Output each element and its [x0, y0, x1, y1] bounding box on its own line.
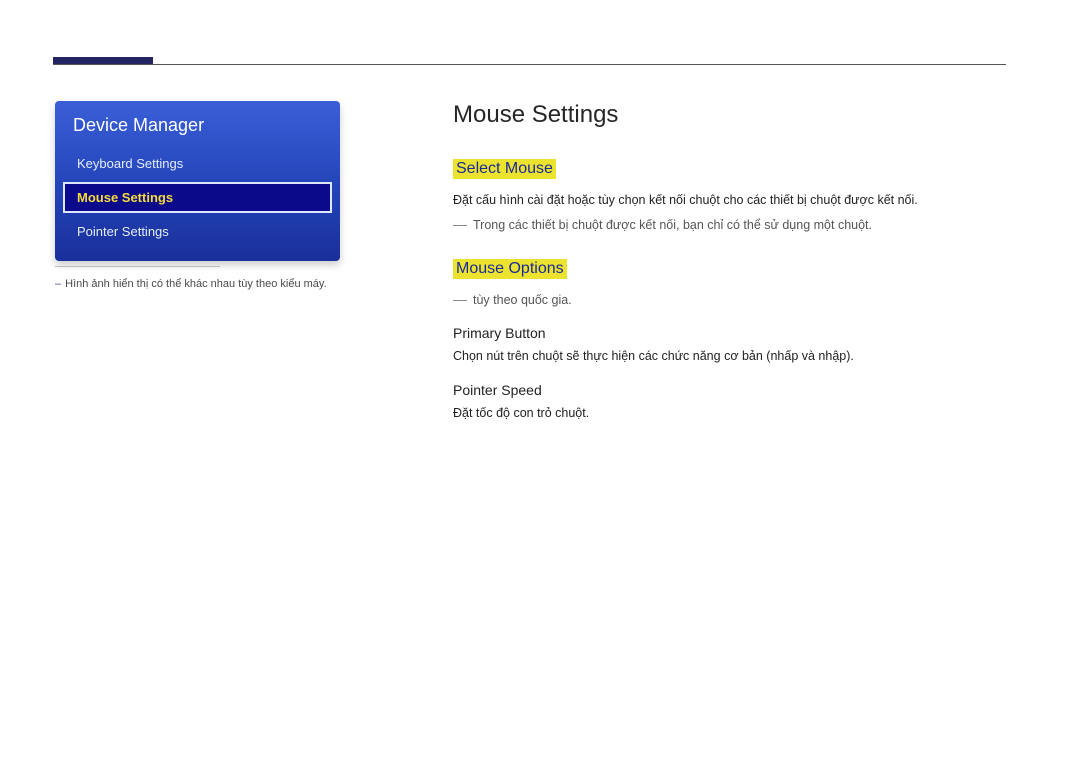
primary-button-desc: Chọn nút trên chuột sẽ thực hiện các chứ…: [453, 347, 1006, 366]
pointer-speed-heading: Pointer Speed: [453, 382, 1006, 398]
select-mouse-desc-1: Đặt cấu hình cài đặt hoặc tùy chọn kết n…: [453, 191, 1006, 210]
sidebar-note: –Hình ảnh hiển thị có thể khác nhau tùy …: [55, 278, 355, 290]
primary-button-heading: Primary Button: [453, 325, 1006, 341]
sidebar-item-mouse-settings[interactable]: Mouse Settings: [63, 182, 332, 213]
mouse-options-note: tùy theo quốc gia.: [453, 291, 1006, 310]
sidebar-divider: [55, 266, 220, 267]
sidebar-panel: Device Manager Keyboard Settings Mouse S…: [55, 101, 340, 261]
sidebar-item-pointer-settings[interactable]: Pointer Settings: [55, 216, 340, 247]
sidebar-note-text: Hình ảnh hiển thị có thể khác nhau tùy t…: [65, 278, 327, 290]
section-select-mouse: Select Mouse Đặt cấu hình cài đặt hoặc t…: [453, 159, 1006, 235]
section-header-mouse-options: Mouse Options: [453, 259, 567, 279]
long-dash-icon: [453, 225, 467, 226]
page-title: Mouse Settings: [453, 101, 1006, 129]
header-divider: [53, 64, 1006, 65]
long-dash-icon: [453, 300, 467, 301]
pointer-speed-desc: Đặt tốc độ con trỏ chuột.: [453, 404, 1006, 423]
main-content: Mouse Settings Select Mouse Đặt cấu hình…: [453, 101, 1006, 429]
select-mouse-desc-2: Trong các thiết bị chuột được kết nối, b…: [453, 216, 1006, 235]
dash-icon: –: [55, 278, 61, 290]
sidebar-title: Device Manager: [55, 101, 340, 148]
mouse-options-note-text: tùy theo quốc gia.: [473, 293, 572, 307]
sidebar-item-keyboard-settings[interactable]: Keyboard Settings: [55, 148, 340, 179]
section-header-select-mouse: Select Mouse: [453, 159, 556, 179]
section-mouse-options: Mouse Options tùy theo quốc gia. Primary…: [453, 259, 1006, 423]
select-mouse-desc-2-text: Trong các thiết bị chuột được kết nối, b…: [473, 218, 872, 232]
